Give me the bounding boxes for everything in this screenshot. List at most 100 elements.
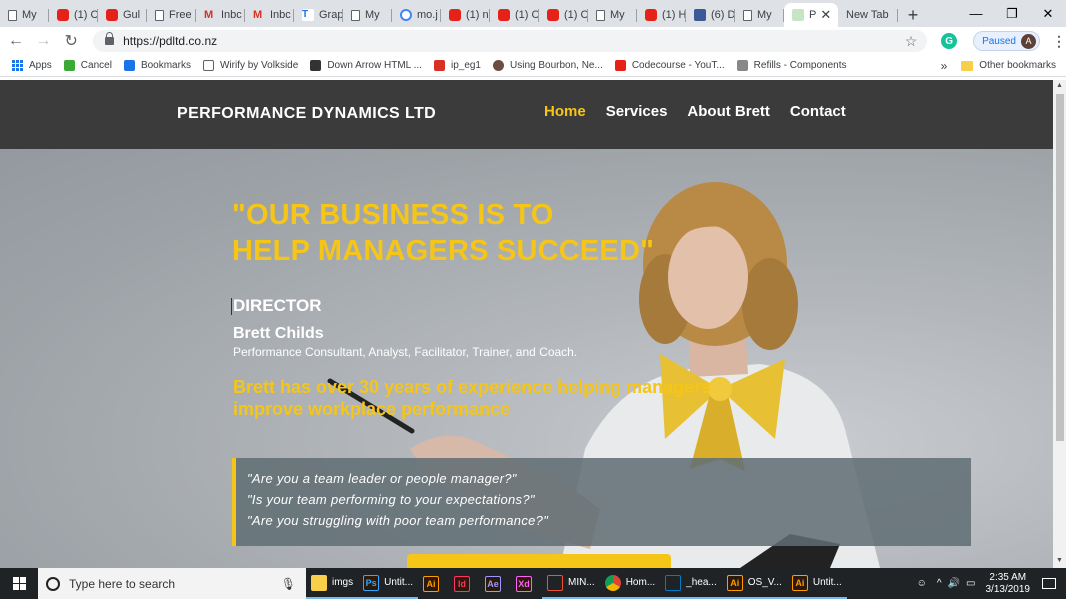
site-favicon-icon bbox=[792, 9, 804, 21]
nav-home-link[interactable]: Home bbox=[544, 103, 586, 120]
taskbar-app[interactable]: Hom... bbox=[599, 568, 661, 599]
headline-line-2: HELP MANAGERS SUCCEED" bbox=[232, 235, 655, 267]
people-icon[interactable]: ☺ bbox=[917, 578, 927, 589]
tab-new-tab[interactable]: New Tab bbox=[838, 3, 898, 27]
browser-tab[interactable]: M Inbc bbox=[196, 3, 245, 27]
tab-label: Free bbox=[169, 9, 192, 21]
browser-tab[interactable]: (6) D bbox=[686, 3, 735, 27]
call-to-action-button[interactable] bbox=[407, 554, 671, 568]
taskbar-app[interactable]: Ps Untit... bbox=[358, 568, 419, 599]
browser-tab[interactable]: My bbox=[588, 3, 637, 27]
taskbar-app-label: Untit... bbox=[812, 577, 842, 588]
bookmark-item[interactable]: Down Arrow HTML ... bbox=[310, 60, 422, 71]
doc-icon bbox=[351, 9, 360, 21]
taskbar-clock[interactable]: 2:35 AM 3/13/2019 bbox=[986, 572, 1031, 596]
browser-tab[interactable]: My bbox=[0, 3, 49, 27]
bookmark-label: Cancel bbox=[80, 60, 112, 71]
taskbar-app[interactable]: Ai bbox=[418, 568, 449, 599]
taskbar-app[interactable]: Xd bbox=[511, 568, 542, 599]
restore-button[interactable]: ❐ bbox=[994, 0, 1030, 27]
bookmark-item[interactable]: Bookmarks bbox=[123, 60, 191, 71]
ae-icon: Ae bbox=[485, 575, 502, 592]
taskbar-app[interactable]: Id bbox=[449, 568, 480, 599]
browser-tab[interactable]: T Grap bbox=[294, 3, 343, 27]
cortana-icon bbox=[46, 576, 60, 591]
profile-paused-button[interactable]: Paused A bbox=[973, 31, 1040, 51]
browser-tab[interactable]: Gul bbox=[98, 3, 147, 27]
bookmark-item[interactable]: Apps bbox=[12, 60, 52, 71]
taskbar-app[interactable]: _hea... bbox=[660, 568, 722, 599]
taskbar-app[interactable]: MIN... bbox=[542, 568, 600, 599]
gg-icon bbox=[400, 9, 412, 21]
browser-tab[interactable]: (1) H bbox=[637, 3, 686, 27]
forward-arrow-icon[interactable]: → bbox=[32, 32, 56, 50]
address-bar[interactable]: https://pdltd.co.nz ☆ bbox=[93, 30, 928, 52]
fb-icon bbox=[694, 9, 706, 21]
tab-label: (1) n bbox=[466, 9, 489, 21]
notification-center-icon[interactable] bbox=[1042, 578, 1056, 589]
minimize-button[interactable]: — bbox=[958, 0, 994, 27]
microphone-icon[interactable]: 🎙 bbox=[281, 577, 296, 591]
tab-active-performance-dynamics[interactable]: P ✕ bbox=[784, 3, 838, 27]
site-brand-logo[interactable]: PERFORMANCE DYNAMICS LTD bbox=[177, 105, 436, 123]
scroll-down-icon[interactable]: ▼ bbox=[1056, 557, 1063, 564]
browser-tab[interactable]: (1) C bbox=[539, 3, 588, 27]
clock-time: 2:35 AM bbox=[989, 571, 1027, 583]
browser-tab[interactable]: (1) C bbox=[49, 3, 98, 27]
browser-tab[interactable]: My bbox=[735, 3, 784, 27]
avatar-icon bbox=[493, 60, 504, 71]
scrollbar-thumb[interactable] bbox=[1056, 94, 1064, 441]
taskbar-app[interactable]: imgs bbox=[306, 568, 359, 599]
nav-services-link[interactable]: Services bbox=[606, 103, 668, 120]
question-line: "Is your team performing to your expecta… bbox=[247, 492, 535, 507]
bookmark-item[interactable]: Refills - Components bbox=[736, 60, 846, 71]
nav-contact-link[interactable]: Contact bbox=[790, 103, 846, 120]
nav-about-link[interactable]: About Brett bbox=[687, 103, 770, 120]
close-tab-icon[interactable]: ✕ bbox=[820, 7, 831, 23]
bookmark-item[interactable]: Using Bourbon, Ne... bbox=[493, 60, 603, 71]
ai-icon: Ai bbox=[791, 574, 808, 591]
reload-icon[interactable]: ↻ bbox=[59, 31, 83, 51]
menu-kebab-icon[interactable]: ⋮ bbox=[1052, 33, 1066, 50]
bookmark-star-icon[interactable]: ☆ bbox=[905, 33, 918, 50]
yt-icon bbox=[106, 9, 118, 21]
back-arrow-icon[interactable]: ← bbox=[4, 32, 28, 50]
taskbar-search-input[interactable]: Type here to search 🎙 bbox=[38, 568, 306, 599]
browser-tab[interactable]: mo.j bbox=[392, 3, 441, 27]
taskbar-app[interactable]: Ai OS_V... bbox=[721, 568, 787, 599]
browser-tab[interactable]: (1) C bbox=[490, 3, 539, 27]
bookmark-item[interactable]: ip_eg1 bbox=[433, 60, 481, 71]
tab-label: (6) D bbox=[711, 9, 735, 21]
start-button[interactable] bbox=[0, 568, 38, 599]
bookmark-item[interactable]: Codecourse - YouT... bbox=[614, 60, 725, 71]
page-scrollbar[interactable]: ▲ ▼ bbox=[1053, 80, 1066, 568]
tab-label: (1) C bbox=[74, 9, 98, 21]
yt-icon bbox=[449, 9, 461, 21]
git-icon bbox=[547, 574, 564, 591]
network-icon[interactable]: ▭ bbox=[966, 578, 975, 589]
taskbar-app[interactable]: Ai Untit... bbox=[786, 568, 847, 599]
taskbar-app[interactable]: Ae bbox=[480, 568, 511, 599]
bookmark-item[interactable]: Wirify by Volkside bbox=[202, 60, 298, 71]
other-bookmarks-link[interactable]: Other bookmarks bbox=[979, 60, 1056, 71]
bookmark-item[interactable]: Cancel bbox=[63, 60, 112, 71]
close-window-button[interactable]: ✕ bbox=[1030, 0, 1066, 27]
taskbar-apps: imgs Ps Untit... Ai Id Ae Xd MIN... Hom... _hea..… bbox=[306, 568, 847, 599]
tray-chevron-icon[interactable]: ^ bbox=[937, 578, 942, 589]
gm-icon: M bbox=[253, 9, 263, 21]
page-viewport: PERFORMANCE DYNAMICS LTD Home Services A… bbox=[0, 80, 1053, 568]
bookmarks-overflow-icon[interactable]: » bbox=[941, 59, 948, 73]
browser-tab[interactable]: Free bbox=[147, 3, 196, 27]
scroll-up-icon[interactable]: ▲ bbox=[1056, 82, 1063, 89]
browser-tab[interactable]: M Inbc bbox=[245, 3, 294, 27]
browser-tab[interactable]: My bbox=[343, 3, 392, 27]
volume-icon[interactable]: 🔊 bbox=[948, 578, 960, 589]
tab-label: My bbox=[365, 9, 380, 21]
paused-label: Paused bbox=[982, 35, 1016, 47]
bookmark-label: Using Bourbon, Ne... bbox=[510, 60, 603, 71]
new-tab-button[interactable]: + bbox=[898, 3, 928, 27]
taskbar-app-label: OS_V... bbox=[747, 577, 782, 588]
site-header: PERFORMANCE DYNAMICS LTD Home Services A… bbox=[0, 80, 1053, 149]
grammarly-extension-icon[interactable]: G bbox=[941, 33, 958, 49]
browser-tab[interactable]: (1) n bbox=[441, 3, 490, 27]
